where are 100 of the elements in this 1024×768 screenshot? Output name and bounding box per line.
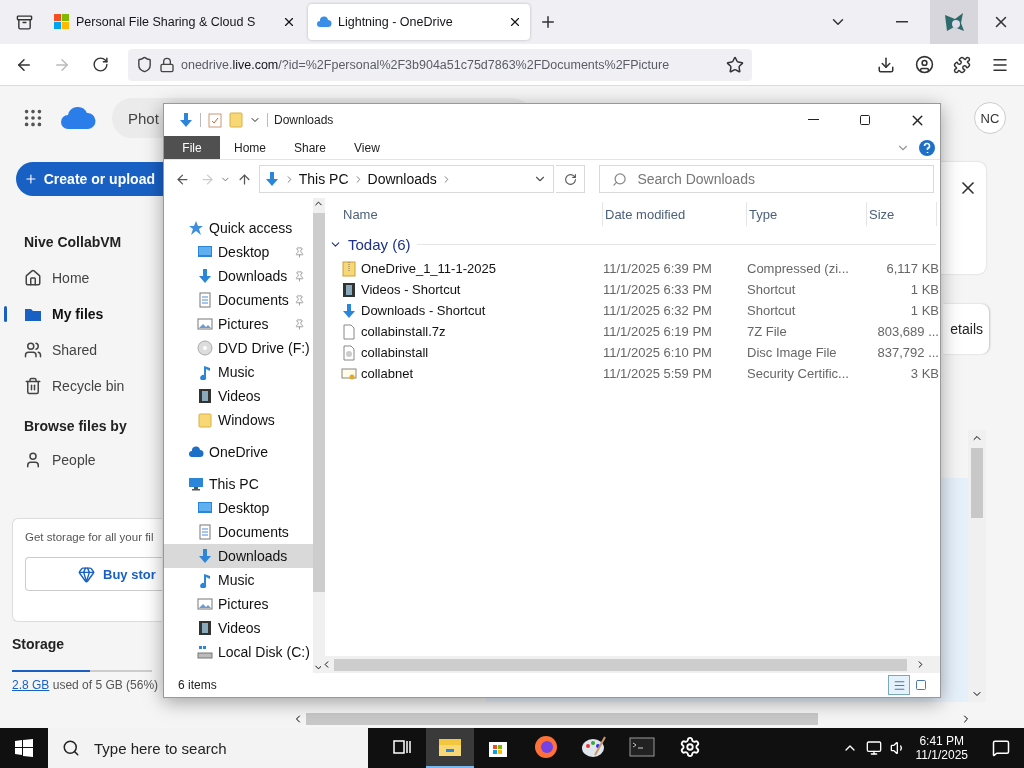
- file-name[interactable]: collabinstall.7z: [361, 324, 446, 339]
- tree-item[interactable]: Pictures: [164, 312, 313, 336]
- column-header[interactable]: Size: [867, 202, 937, 226]
- file-name[interactable]: collabnet: [361, 366, 414, 381]
- star-icon: [188, 220, 204, 236]
- help-icon[interactable]: [918, 138, 936, 157]
- buy-button[interactable]: Buy stor: [25, 557, 162, 591]
- download-icon: [341, 302, 357, 319]
- taskbar-app[interactable]: [426, 728, 474, 768]
- pin-icon: [293, 246, 305, 258]
- tree-item[interactable]: Downloads: [164, 264, 313, 288]
- tree-item[interactable]: Music: [164, 568, 313, 592]
- close-icon[interactable]: [508, 15, 522, 29]
- document-icon: [197, 292, 213, 308]
- column-header[interactable]: Type: [747, 202, 867, 226]
- tree-item[interactable]: Desktop: [164, 240, 313, 264]
- nav-item[interactable]: People: [0, 442, 160, 478]
- tree-item[interactable]: Documents: [164, 520, 313, 544]
- scrollbar-thumb[interactable]: [334, 658, 907, 671]
- details-view-button[interactable]: [888, 675, 910, 695]
- download-icon: [178, 112, 194, 128]
- forward-arrow-icon: [199, 171, 215, 187]
- tree-item[interactable]: Music: [164, 360, 313, 384]
- browser-tab[interactable]: Personal File Sharing & Cloud S: [46, 4, 304, 40]
- column-header[interactable]: Date modified: [603, 202, 747, 226]
- folder-icon: [438, 737, 462, 757]
- minimize-icon: [807, 119, 819, 121]
- type-cell-text: Security Certific...: [747, 366, 850, 381]
- group-header[interactable]: Today (6): [348, 235, 411, 253]
- user-circle-icon: [914, 55, 934, 74]
- drive-icon: [197, 644, 213, 660]
- minimize-icon: [896, 21, 908, 23]
- file-name[interactable]: OneDrive_1_11-1-2025: [361, 261, 496, 276]
- create-button[interactable]: Create or upload: [16, 162, 163, 196]
- tree-item[interactable]: Local Disk (C:): [164, 640, 313, 664]
- profile-button[interactable]: [930, 0, 978, 44]
- network-icon[interactable]: [865, 740, 882, 756]
- details-button[interactable]: etails: [943, 304, 989, 354]
- desktop-icon: [197, 244, 213, 260]
- ribbon-tab[interactable]: File: [164, 136, 220, 159]
- lock-icon: [159, 56, 175, 73]
- ribbon-tab[interactable]: Share: [280, 136, 341, 159]
- scrollbar-thumb[interactable]: [306, 713, 818, 725]
- horizontal-scrollbar[interactable]: [321, 656, 940, 673]
- url-field[interactable]: onedrive.live.com/?id=%2Fpersonal%2F3b904a51c75d7863%2FDocuments%2FPicture: [128, 48, 752, 81]
- browser-tab[interactable]: Lightning - OneDrive: [308, 4, 530, 40]
- tree-item[interactable]: DVD Drive (F:): [164, 336, 313, 360]
- folder-icon: [197, 412, 213, 428]
- column-header[interactable]: Name: [341, 202, 603, 226]
- search-field[interactable]: Search Downloads: [599, 165, 934, 193]
- address-field[interactable]: This PC Downloads: [258, 165, 555, 193]
- tree-item[interactable]: Downloads: [164, 544, 313, 568]
- avatar[interactable]: NC: [974, 102, 1006, 134]
- nav-item[interactable]: Recycle bin: [0, 368, 160, 404]
- breadcrumb-item[interactable]: Downloads: [367, 171, 437, 187]
- tree-item[interactable]: Videos: [164, 384, 313, 408]
- nav-item[interactable]: Shared: [0, 332, 160, 368]
- tree-item[interactable]: Pictures: [164, 592, 313, 616]
- document-icon: [197, 524, 213, 540]
- status-text: 6 items: [178, 678, 217, 692]
- tree-item[interactable]: Windows: [164, 408, 313, 432]
- clock[interactable]: 6:41 PM 11/1/2025: [905, 734, 978, 762]
- file-name[interactable]: collabinstall: [361, 345, 429, 360]
- scrollbar[interactable]: [968, 430, 986, 702]
- app-launcher-icon[interactable]: [22, 107, 44, 129]
- tree-item[interactable]: Videos: [164, 616, 313, 640]
- file-name[interactable]: Downloads - Shortcut: [361, 303, 486, 318]
- scrollbar-thumb[interactable]: [971, 448, 983, 518]
- file-name[interactable]: Videos - Shortcut: [361, 282, 461, 297]
- tree-item[interactable]: Desktop: [164, 496, 313, 520]
- breadcrumb-item[interactable]: This PC: [298, 171, 349, 187]
- tab-title: Personal File Sharing & Cloud S: [76, 15, 257, 29]
- refresh-button[interactable]: [556, 165, 586, 193]
- bookmark-star-icon[interactable]: [726, 55, 744, 74]
- taskbar-search-field[interactable]: Type here to search: [48, 728, 368, 768]
- scrollbar-thumb[interactable]: [312, 213, 325, 592]
- type-cell-text: Compressed (zi...: [747, 261, 850, 276]
- search-icon: [612, 171, 628, 187]
- download-icon: [877, 55, 895, 74]
- date-cell-text: 11/1/2025 6:32 PM: [603, 303, 713, 318]
- window-title: Downloads: [274, 113, 334, 127]
- pin-icon: [293, 294, 305, 306]
- tab-title: Lightning - OneDrive: [338, 15, 454, 29]
- tree-item[interactable]: Documents: [164, 288, 313, 312]
- date-cell-text: 11/1/2025 6:39 PM: [603, 261, 713, 276]
- tree-item[interactable]: This PC: [164, 472, 313, 496]
- tree-item[interactable]: OneDrive: [164, 440, 313, 464]
- certificate-icon: [341, 365, 357, 382]
- date-cell-text: 11/1/2025 6:33 PM: [603, 282, 713, 297]
- account-name: Nive CollabVM: [24, 234, 123, 250]
- maximize-icon: [859, 114, 871, 126]
- nav-item[interactable]: Home: [0, 260, 160, 296]
- tree-item[interactable]: Quick access: [164, 216, 313, 240]
- scrollbar[interactable]: [312, 198, 325, 673]
- close-icon[interactable]: [282, 15, 296, 29]
- ribbon-tab[interactable]: Home: [220, 136, 280, 159]
- ribbon-tab[interactable]: View: [340, 136, 394, 159]
- storage-heading: Storage: [12, 636, 66, 652]
- person-icon: [24, 451, 42, 469]
- nav-item[interactable]: My files: [0, 296, 160, 332]
